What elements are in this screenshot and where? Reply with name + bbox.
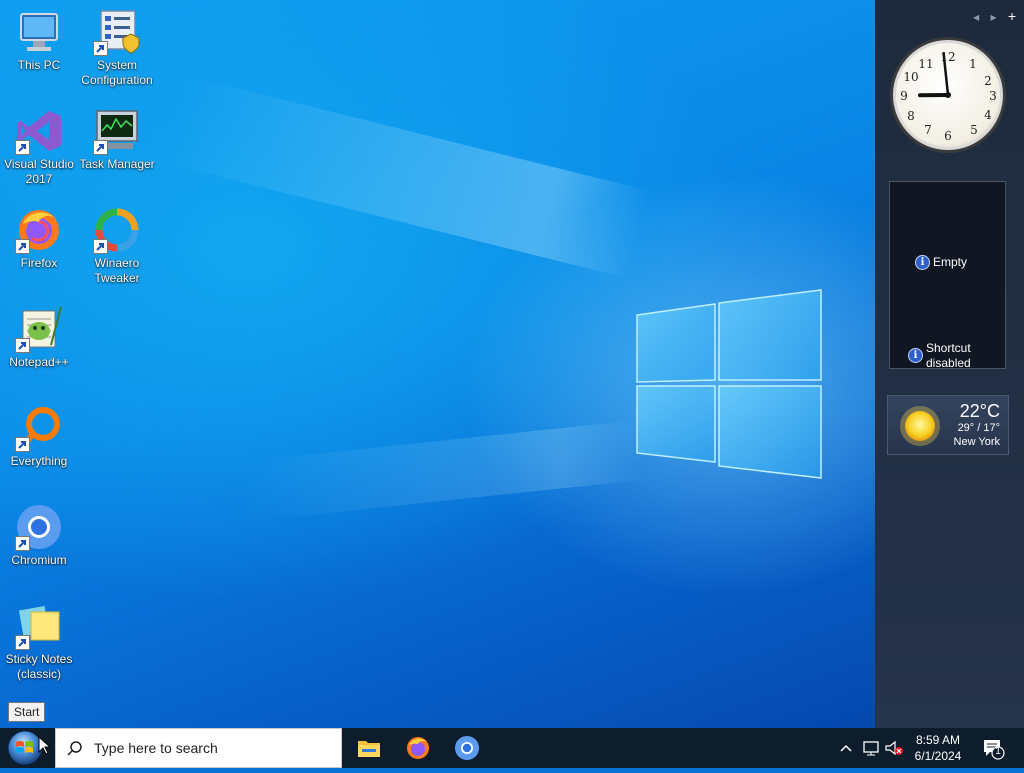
weather-gadget[interactable]: 22°C 29° / 17° New York — [887, 395, 1009, 455]
svg-text:5: 5 — [970, 123, 978, 137]
desktop-icon-this-pc[interactable]: This PC — [1, 8, 77, 73]
sidebar-nav: ◂ ▸ + — [965, 8, 1016, 24]
weather-city: New York — [954, 436, 1000, 448]
icon-label: Everything — [1, 454, 77, 469]
icon-label: Firefox — [1, 256, 77, 271]
taskbar: Type here to search — [0, 728, 1024, 768]
windows-logo — [600, 270, 840, 490]
empty-message: i Empty — [915, 255, 967, 270]
svg-text:12: 12 — [940, 50, 955, 64]
svg-text:2: 2 — [984, 74, 992, 88]
svg-text:8: 8 — [907, 109, 915, 123]
svg-text:4: 4 — [984, 108, 992, 122]
empty-label: Empty — [933, 255, 967, 269]
notification-count-badge: 1 — [993, 746, 1003, 757]
taskbar-file-explorer[interactable] — [345, 728, 393, 768]
icon-label: This PC — [1, 58, 77, 73]
weather-temperature: 22°C — [960, 401, 1000, 422]
weather-range: 29° / 17° — [958, 422, 1000, 434]
desktop-icon-chromium[interactable]: Chromium — [1, 503, 77, 568]
this-pc-icon — [15, 8, 63, 56]
shortcut-disabled-message: i Shortcut disabled — [908, 341, 971, 371]
icon-label: 2017 — [1, 172, 77, 187]
taskbar-date: 6/1/2024 — [905, 748, 971, 764]
network-icon[interactable] — [862, 739, 880, 757]
search-placeholder: Type here to search — [94, 740, 218, 756]
chromium-icon — [454, 735, 480, 761]
show-hidden-icons-chevron-icon[interactable] — [838, 740, 854, 756]
sidebar-prev-button[interactable]: ◂ — [973, 10, 979, 24]
firefox-icon — [405, 735, 431, 761]
desktop-icon-task-manager[interactable]: Task Manager — [79, 107, 155, 172]
svg-text:1: 1 — [969, 57, 977, 71]
icon-label: Chromium — [1, 553, 77, 568]
taskbar-firefox[interactable] — [394, 728, 442, 768]
svg-text:9: 9 — [900, 89, 908, 103]
desktop-icon-system-configuration[interactable]: System Configuration — [79, 8, 155, 88]
search-box[interactable]: Type here to search — [55, 728, 342, 768]
sidebar-next-button[interactable]: ▸ — [990, 10, 996, 24]
mouse-cursor-icon — [38, 736, 52, 756]
taskbar-time: 8:59 AM — [905, 732, 971, 748]
sidebar-add-gadget-button[interactable]: + — [1008, 8, 1016, 24]
icon-label: System — [79, 58, 155, 73]
clock-gadget[interactable]: 1212 345 678 91011 — [889, 36, 1007, 158]
desktop-icon-notepad-plus-plus[interactable]: Notepad++ — [1, 305, 77, 370]
icon-label: Notepad++ — [1, 355, 77, 370]
sun-icon — [898, 404, 942, 448]
svg-text:7: 7 — [924, 123, 932, 137]
info-icon: i — [915, 255, 930, 270]
icon-label: Tweaker — [79, 271, 155, 286]
slideshow-gadget[interactable]: i Empty i Shortcut disabled — [889, 181, 1006, 369]
desktop-icon-winaero-tweaker[interactable]: Winaero Tweaker — [79, 206, 155, 286]
file-explorer-icon — [357, 737, 381, 759]
icon-label: Winaero — [79, 256, 155, 271]
icon-label: (classic) — [1, 667, 77, 682]
search-icon — [66, 740, 84, 758]
desktop-icon-firefox[interactable]: Firefox — [1, 206, 77, 271]
svg-text:3: 3 — [989, 89, 997, 103]
taskbar-clock[interactable]: 8:59 AM 6/1/2024 — [905, 728, 971, 768]
desktop-icon-everything[interactable]: Everything — [1, 404, 77, 469]
icon-label: Task Manager — [79, 157, 155, 172]
icon-label: Sticky Notes — [1, 652, 77, 667]
volume-muted-icon[interactable] — [884, 739, 904, 757]
desktop-icon-visual-studio[interactable]: Visual Studio 2017 — [1, 107, 77, 187]
start-tooltip: Start — [8, 702, 45, 722]
taskbar-chromium[interactable] — [443, 728, 491, 768]
disabled-label: disabled — [926, 356, 971, 371]
icon-label: Visual Studio — [1, 157, 77, 172]
svg-text:6: 6 — [944, 129, 952, 143]
svg-text:10: 10 — [903, 70, 918, 84]
svg-text:11: 11 — [918, 57, 933, 71]
icon-label: Configuration — [79, 73, 155, 88]
info-icon: i — [908, 348, 923, 363]
desktop-icon-sticky-notes[interactable]: Sticky Notes (classic) — [1, 602, 77, 682]
shortcut-label: Shortcut — [926, 341, 971, 356]
